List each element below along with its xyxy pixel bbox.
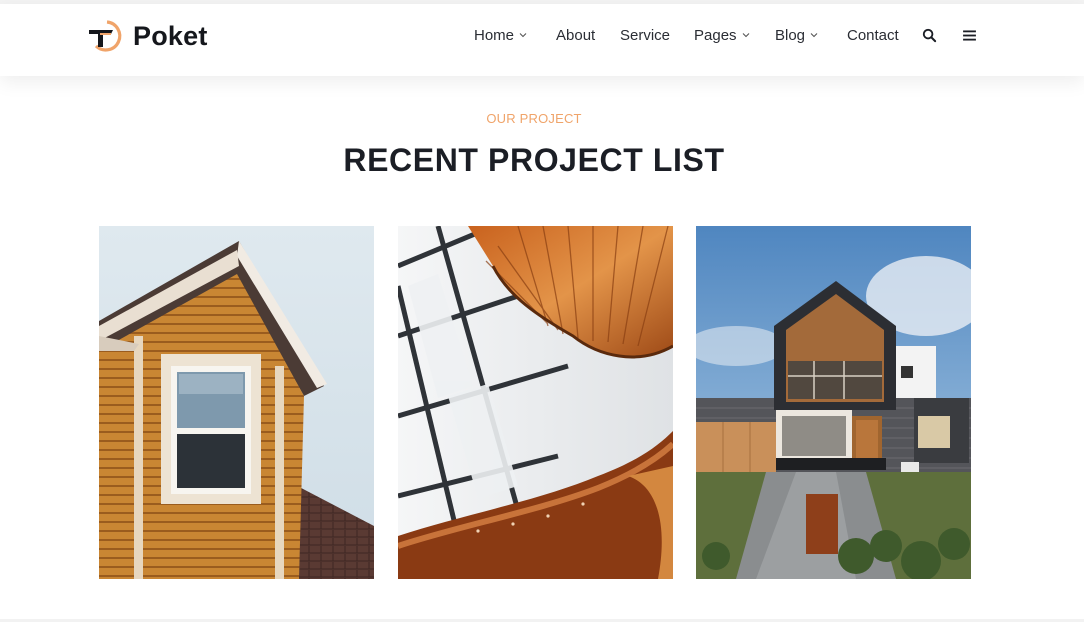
nav-item-label: Pages [694, 26, 737, 44]
nav-item-label: Home [474, 26, 515, 44]
chevron-down-icon [519, 31, 527, 39]
nav-item-home[interactable]: Home [474, 24, 527, 46]
main-nav: Home About Service Pages Blog Contact [0, 24, 1084, 46]
modern-gabled-house-photo [696, 226, 971, 579]
search-icon[interactable] [920, 26, 938, 44]
nav-item-label: Blog [775, 26, 806, 44]
menu-icon[interactable] [960, 26, 978, 44]
chevron-down-icon [742, 31, 750, 39]
project-card-3[interactable] [696, 226, 971, 579]
nav-item-service[interactable]: Service [620, 24, 670, 46]
chevron-down-icon [810, 31, 818, 39]
section-subtitle: OUR PROJECT [486, 111, 582, 126]
nav-item-contact[interactable]: Contact [847, 24, 899, 46]
project-card-2[interactable] [398, 226, 673, 579]
nav-item-label: Contact [847, 26, 899, 44]
nav-item-blog[interactable]: Blog [775, 24, 818, 46]
nav-item-about[interactable]: About [556, 24, 595, 46]
nav-item-pages[interactable]: Pages [694, 24, 750, 46]
nav-item-label: About [556, 26, 596, 44]
nav-item-label: Service [620, 26, 671, 44]
section-title: RECENT PROJECT LIST [343, 142, 725, 178]
project-card-1[interactable] [99, 226, 374, 579]
site-header: Poket Home About Service Pages Blog Cont… [0, 4, 1084, 76]
wooden-dormer-house-photo [99, 226, 374, 579]
spiral-wooden-staircase-photo [398, 226, 673, 579]
